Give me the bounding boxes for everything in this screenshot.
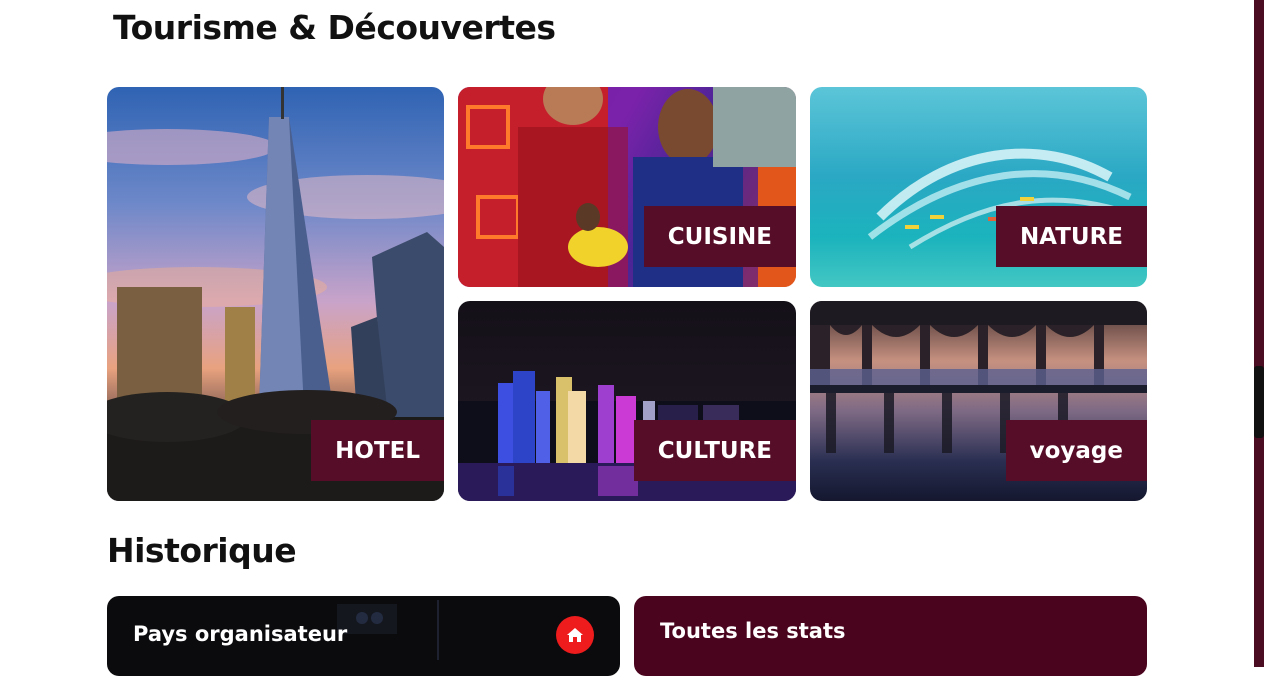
scrollbar-thumb[interactable] (1254, 366, 1264, 438)
tile-voyage[interactable]: voyage (810, 301, 1147, 501)
tile-hotel[interactable]: HOTEL (107, 87, 444, 501)
section-title-tourism: Tourisme & Découvertes (113, 8, 556, 47)
card-toutes-les-stats[interactable]: Toutes les stats (634, 596, 1147, 676)
card-pays-organisateur[interactable]: Pays organisateur (107, 596, 620, 676)
home-icon (567, 628, 583, 642)
tile-label-cuisine: CUISINE (643, 206, 796, 267)
tile-label-hotel: HOTEL (311, 420, 444, 481)
section-title-history: Historique (107, 531, 297, 570)
tile-culture[interactable]: CULTURE (458, 301, 796, 501)
card-title-pays: Pays organisateur (133, 622, 348, 646)
tile-label-culture: CULTURE (633, 420, 796, 481)
tile-label-voyage: voyage (1005, 420, 1147, 481)
tile-label-nature: NATURE (995, 206, 1147, 267)
tile-nature[interactable]: NATURE (810, 87, 1147, 287)
scrollbar-track[interactable] (1254, 0, 1264, 667)
card-title-stats: Toutes les stats (660, 619, 846, 643)
tile-cuisine[interactable]: CUISINE (458, 87, 796, 287)
home-button[interactable] (556, 616, 594, 654)
